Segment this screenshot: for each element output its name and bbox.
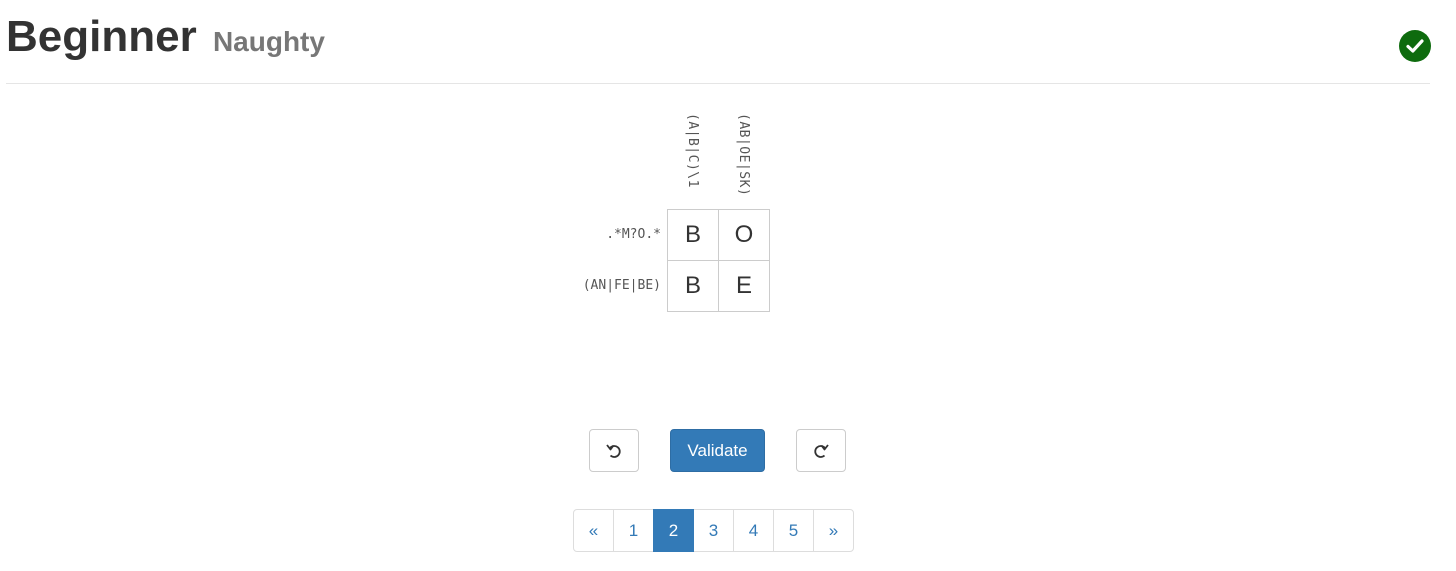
grid-cell[interactable]: O	[718, 209, 770, 261]
page-button-4[interactable]: 4	[733, 509, 774, 552]
page-button-3[interactable]: 3	[693, 509, 734, 552]
grid-cell[interactable]: E	[718, 260, 770, 312]
crossword-puzzle: (A|B|C)\1 (AB|OE|SK) .*M?O.* (AN|FE|BE) …	[0, 0, 1456, 320]
grid-row: B E	[667, 260, 770, 312]
validate-button[interactable]: Validate	[670, 429, 765, 472]
undo-icon	[606, 443, 621, 458]
page-button-5[interactable]: 5	[773, 509, 814, 552]
page-button-1[interactable]: 1	[613, 509, 654, 552]
prev-page-button[interactable]: «	[573, 509, 614, 552]
page-button-2[interactable]: 2	[653, 509, 694, 552]
column-hint: (A|B|C)\1	[685, 113, 700, 188]
pagination: « 1 2 3 4 5 »	[573, 509, 854, 552]
grid-cell[interactable]: B	[667, 260, 719, 312]
column-hint: (AB|OE|SK)	[736, 113, 751, 197]
row-hint: .*M?O.*	[606, 227, 661, 242]
row-hint: (AN|FE|BE)	[582, 278, 661, 293]
redo-icon	[814, 443, 829, 458]
next-page-button[interactable]: »	[813, 509, 854, 552]
puzzle-grid: B O B E	[667, 209, 770, 312]
undo-button[interactable]	[589, 429, 639, 472]
redo-button[interactable]	[796, 429, 846, 472]
grid-cell[interactable]: B	[667, 209, 719, 261]
grid-row: B O	[667, 209, 770, 261]
